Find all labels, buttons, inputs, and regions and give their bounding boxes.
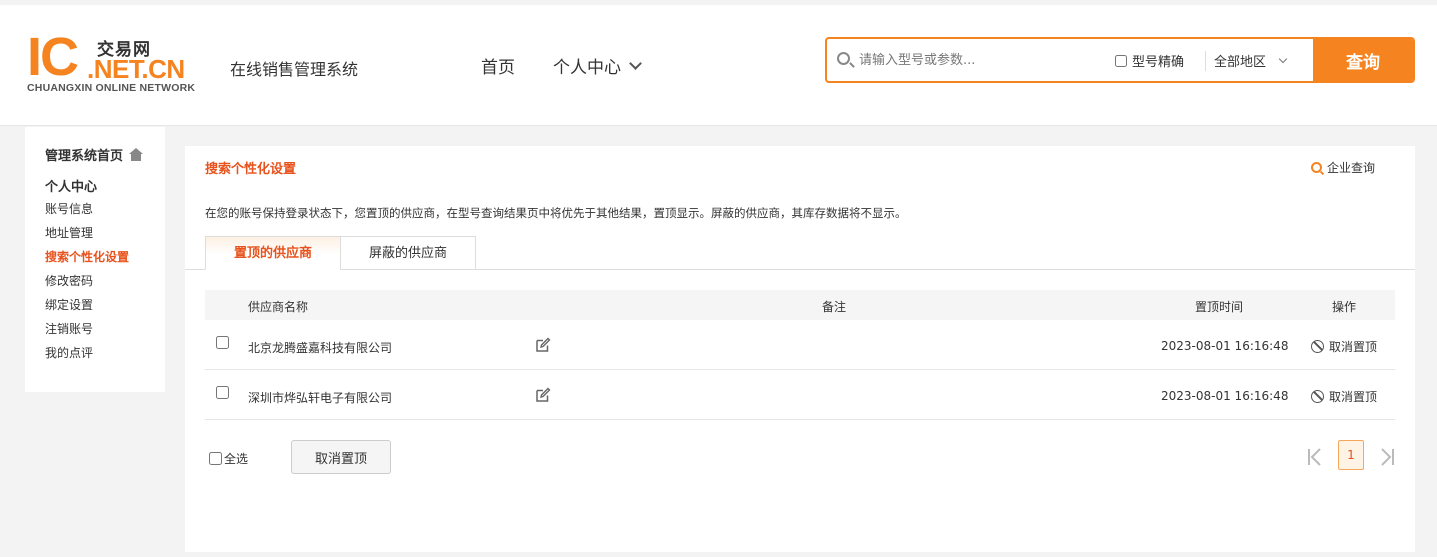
column-header-time: 置顶时间	[1195, 300, 1244, 314]
tab-bar: 置顶的供应商 屏蔽的供应商	[185, 236, 1415, 270]
select-all-label: 全选	[224, 452, 249, 466]
region-divider	[1205, 51, 1206, 71]
sidebar-item-my-reviews[interactable]: 我的点评	[45, 341, 165, 365]
logo-ic-text: IC	[27, 27, 79, 87]
table-row: 北京龙腾盛嘉科技有限公司 2023-08-01 16:16:48 取消置顶	[205, 320, 1395, 370]
region-select-value: 全部地区	[1214, 55, 1267, 70]
last-page-icon[interactable]	[1379, 448, 1395, 466]
search-box: 型号精确 全部地区 查询	[825, 37, 1415, 83]
table-header: 供应商名称 备注 置顶时间 操作	[205, 290, 1395, 320]
cancel-pin-label: 取消置顶	[1329, 340, 1378, 354]
logo-net-text: .NET.CN	[87, 54, 185, 84]
sidebar-item-address[interactable]: 地址管理	[45, 221, 165, 245]
select-all-toggle[interactable]: 全选	[209, 450, 248, 467]
region-select[interactable]: 全部地区	[1214, 51, 1288, 70]
company-query-link[interactable]: 企业查询	[1310, 159, 1375, 176]
search-button[interactable]: 查询	[1313, 39, 1413, 81]
page-title: 搜索个性化设置	[205, 162, 297, 177]
edit-icon[interactable]	[535, 337, 551, 353]
supplier-name: 北京龙腾盛嘉科技有限公司	[248, 341, 393, 355]
cancel-pin-button[interactable]: 取消置顶	[1311, 338, 1377, 355]
cancel-pin-button[interactable]: 取消置顶	[1311, 388, 1377, 405]
edit-icon[interactable]	[535, 387, 551, 403]
sidebar-item-binding[interactable]: 绑定设置	[45, 293, 165, 317]
chevron-down-icon	[1278, 54, 1288, 63]
select-all-checkbox[interactable]	[209, 452, 222, 465]
supplier-name: 深圳市烨弘轩电子有限公司	[248, 391, 393, 405]
sidebar-section-title: 个人中心	[45, 180, 98, 195]
sidebar-home-link[interactable]: 管理系统首页	[45, 145, 165, 164]
bulk-cancel-pin-button[interactable]: 取消置顶	[291, 440, 391, 474]
main-panel: 搜索个性化设置 企业查询 在您的账号保持登录状态下，您置顶的供应商，在型号查询结…	[185, 146, 1415, 552]
first-page-icon[interactable]	[1307, 448, 1323, 466]
sidebar: 管理系统首页 个人中心 账号信息 地址管理 搜索个性化设置 修改密码 绑定设置 …	[25, 127, 165, 392]
top-header: IC 交易网 .NET.CN CHUANGXIN ONLINE NETWORK …	[0, 5, 1437, 126]
page-description: 在您的账号保持登录状态下，您置顶的供应商，在型号查询结果页中将优先于其他结果，置…	[205, 206, 907, 220]
tab-pinned-suppliers[interactable]: 置顶的供应商	[205, 236, 341, 270]
sidebar-item-search-settings[interactable]: 搜索个性化设置	[45, 245, 165, 269]
exact-match-checkbox[interactable]	[1115, 54, 1127, 67]
site-logo[interactable]: IC 交易网 .NET.CN CHUANGXIN ONLINE NETWORK	[27, 27, 202, 97]
sidebar-home-label: 管理系统首页	[45, 148, 124, 164]
search-icon	[1310, 162, 1322, 173]
company-query-label: 企业查询	[1326, 161, 1375, 175]
table-row: 深圳市烨弘轩电子有限公司 2023-08-01 16:16:48 取消置顶	[205, 370, 1395, 420]
exact-match-toggle[interactable]: 型号精确	[1115, 51, 1184, 70]
column-header-remark: 备注	[822, 300, 847, 314]
tab-blocked-suppliers[interactable]: 屏蔽的供应商	[340, 236, 476, 270]
nav-user-center[interactable]: 个人中心	[553, 53, 642, 78]
nav-user-center-label: 个人中心	[553, 58, 621, 78]
row-checkbox[interactable]	[216, 386, 229, 399]
logo-en-text: CHUANGXIN ONLINE NETWORK	[27, 82, 196, 94]
search-input[interactable]	[859, 47, 1109, 73]
column-header-op: 操作	[1332, 300, 1357, 314]
page-number-current[interactable]: 1	[1338, 440, 1364, 470]
ban-icon	[1311, 340, 1324, 353]
row-checkbox[interactable]	[216, 336, 229, 349]
pinned-time: 2023-08-01 16:16:48	[1161, 389, 1289, 403]
home-icon	[129, 147, 144, 161]
supplier-table: 供应商名称 备注 置顶时间 操作 北京龙腾盛嘉科技有限公司 2023-08-01…	[205, 290, 1395, 420]
table-footer: 全选 取消置顶 1	[205, 440, 1395, 476]
chevron-down-icon	[629, 56, 642, 70]
system-title: 在线销售管理系统	[230, 60, 359, 79]
sidebar-item-deactivate[interactable]: 注销账号	[45, 317, 165, 341]
exact-match-label: 型号精确	[1132, 55, 1185, 70]
ban-icon	[1311, 390, 1324, 403]
sidebar-item-change-password[interactable]: 修改密码	[45, 269, 165, 293]
cancel-pin-label: 取消置顶	[1329, 390, 1378, 404]
search-icon	[837, 52, 850, 65]
sidebar-item-account-info[interactable]: 账号信息	[45, 197, 165, 221]
nav-home-link[interactable]: 首页	[481, 53, 515, 78]
column-header-name: 供应商名称	[248, 300, 309, 314]
pinned-time: 2023-08-01 16:16:48	[1161, 339, 1289, 353]
